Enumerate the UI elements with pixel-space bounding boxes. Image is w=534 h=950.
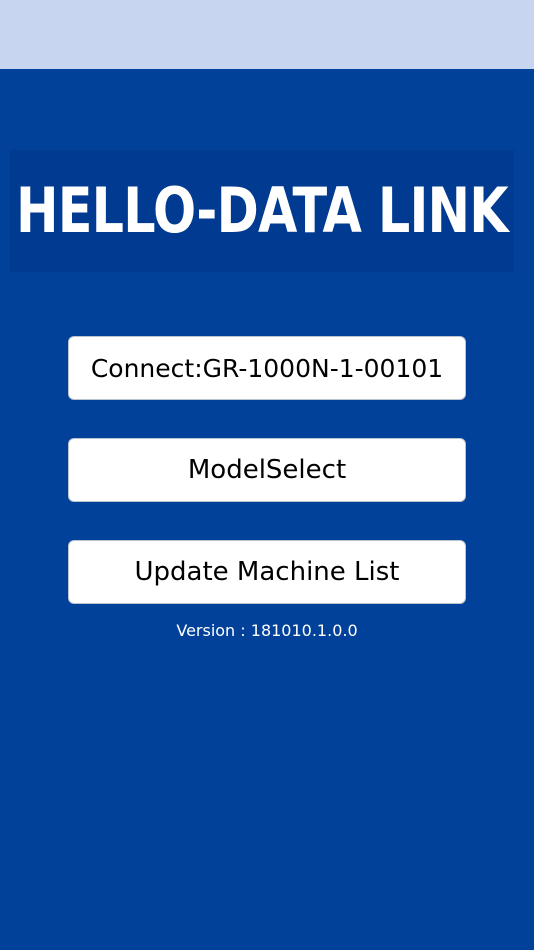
app-logo: HELLO-DATA LINK <box>10 150 514 272</box>
status-bar <box>0 0 534 69</box>
update-machine-list-button[interactable]: Update Machine List <box>68 540 466 604</box>
connect-button[interactable]: Connect:GR-1000N-1-00101 <box>68 336 466 400</box>
model-select-button[interactable]: ModelSelect <box>68 438 466 502</box>
version-label: Version : 181010.1.0.0 <box>176 621 358 640</box>
app-logo-text: HELLO-DATA LINK <box>16 174 509 247</box>
